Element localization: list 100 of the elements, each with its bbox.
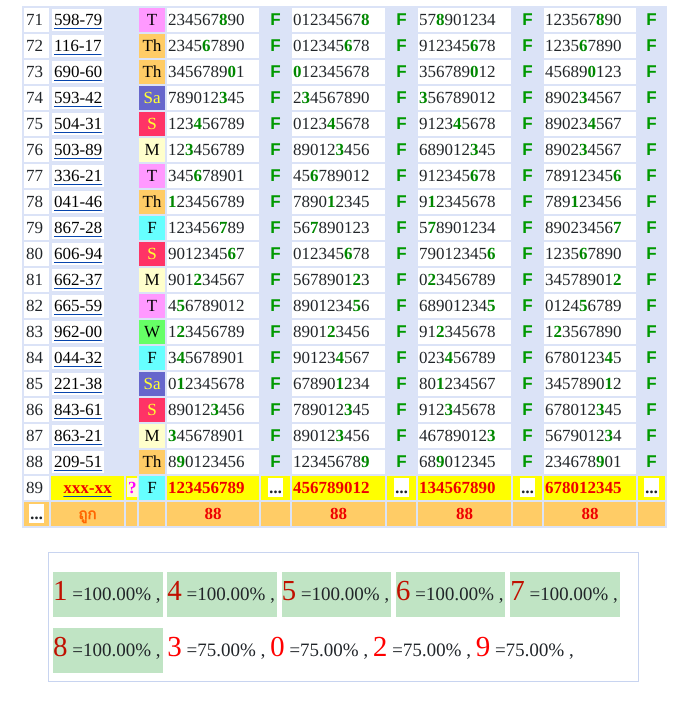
number-cell: 789012345 [292, 190, 385, 214]
number-cell: 123567890 [544, 34, 636, 58]
result-mark: F [269, 399, 282, 421]
result-mark: F [395, 451, 408, 473]
number-cell: 689012345 [418, 294, 511, 318]
result-mark: F [269, 113, 282, 135]
result-mark: F [645, 243, 658, 265]
code-link[interactable]: 209-51 [52, 451, 104, 473]
row-number: 87 [24, 424, 49, 448]
result-mark: F [395, 139, 408, 161]
day-badge: S [139, 242, 165, 266]
code-link[interactable]: 962-00 [52, 321, 104, 343]
result-mark: F [269, 139, 282, 161]
result-mark: F [645, 191, 658, 213]
number-cell: 123456789 [167, 320, 259, 344]
row-number: 71 [24, 8, 49, 32]
code-link[interactable]: 598-79 [52, 9, 104, 31]
percent-text: =75.00% [289, 640, 359, 661]
percent-text: =100.00% [186, 584, 266, 605]
day-badge: M [139, 138, 165, 162]
result-mark: F [269, 269, 282, 291]
result-mark: F [645, 269, 658, 291]
number-cell: 912345678 [418, 164, 511, 188]
code-link[interactable]: 041-46 [52, 191, 104, 213]
number-cell: 901234567 [167, 268, 259, 292]
separator-text: , [612, 584, 618, 605]
code-link[interactable]: 665-59 [52, 295, 104, 317]
separator-text: , [466, 640, 471, 661]
count-text: 88 [292, 502, 385, 526]
number-cell: 789123456 [544, 190, 636, 214]
day-badge: M [139, 268, 165, 292]
code-link[interactable]: 843-61 [52, 399, 104, 421]
number-cell: 567901234 [544, 424, 636, 448]
row-number: 88 [24, 450, 49, 474]
result-mark: F [645, 295, 658, 317]
number-cell: 689012345 [418, 138, 511, 162]
percent-text: =100.00% [415, 584, 494, 605]
number-cell: 234567890 [167, 34, 259, 58]
code-link[interactable]: 593-42 [52, 87, 104, 109]
number-cell: 912345678 [418, 398, 511, 422]
code-link[interactable]: 662-37 [52, 269, 104, 291]
number-cell: 890123456 [292, 424, 385, 448]
code-link[interactable]: 504-31 [52, 113, 104, 135]
separator-text: , [270, 584, 275, 605]
result-mark: F [395, 269, 408, 291]
code-link[interactable]: 606-94 [52, 243, 104, 265]
digit-text: 7 [510, 575, 525, 607]
result-mark: F [521, 165, 534, 187]
digit-text: 4 [167, 575, 182, 607]
day-badge: F [139, 346, 165, 370]
number-cell: 678012345 [544, 476, 636, 500]
code-link[interactable]: 690-60 [52, 61, 104, 83]
percent-text: =100.00% [72, 584, 152, 605]
separator-text: , [260, 640, 266, 661]
count-text: 88 [167, 502, 259, 526]
result-mark: F [521, 191, 534, 213]
row-number: 79 [24, 216, 49, 240]
code-link[interactable]: 044-32 [52, 347, 104, 369]
row-number: 89 [24, 476, 49, 500]
number-cell: 123567890 [544, 242, 636, 266]
result-mark: F [269, 295, 282, 317]
code-link[interactable]: 116-17 [52, 35, 104, 57]
code-link[interactable]: 863-21 [52, 425, 104, 447]
number-cell: 345789012 [544, 268, 636, 292]
result-mark: F [521, 269, 534, 291]
result-mark: F [645, 139, 658, 161]
code-link[interactable]: 503-89 [52, 139, 104, 161]
result-mark: F [645, 217, 658, 239]
result-mark: F [521, 9, 534, 31]
more-button[interactable]: ... [29, 504, 44, 523]
digit-text: 9 [476, 631, 490, 663]
row-number: 83 [24, 320, 49, 344]
result-mark: F [645, 399, 658, 421]
number-cell: 123456789 [167, 112, 259, 136]
code-link[interactable]: 867-28 [52, 217, 104, 239]
result-mark: F [521, 87, 534, 109]
number-cell: 123456789 [167, 476, 259, 500]
number-cell: 123567890 [544, 8, 636, 32]
number-cell: 890123456 [167, 398, 259, 422]
separator-text: , [156, 584, 161, 605]
result-mark: F [521, 347, 534, 369]
result-mark: F [645, 61, 658, 83]
result-mark: F [645, 347, 658, 369]
number-cell: 012345678 [167, 372, 259, 396]
day-badge: Th [139, 60, 165, 84]
ellipsis-text: ... [268, 478, 283, 497]
result-mark: F [395, 87, 408, 109]
result-mark: F [395, 61, 408, 83]
percent-text: =75.00% [186, 640, 256, 661]
code-link[interactable]: 336-21 [52, 165, 104, 187]
result-mark: F [395, 165, 408, 187]
number-cell: 456789012 [167, 294, 259, 318]
result-mark: F [521, 451, 534, 473]
separator-text: , [156, 640, 161, 661]
number-cell: 901234567 [167, 242, 259, 266]
result-mark: F [395, 425, 408, 447]
question-mark: ? [127, 478, 138, 497]
code-link[interactable]: 221-38 [52, 373, 104, 395]
digit-text: 0 [270, 631, 285, 663]
result-mark: F [395, 191, 408, 213]
